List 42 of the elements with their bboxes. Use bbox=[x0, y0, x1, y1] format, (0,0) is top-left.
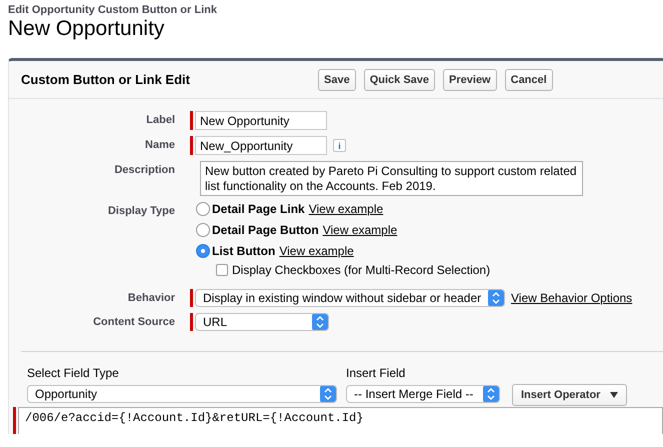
formula-editor[interactable]: /006/e?accid={!Account.Id}&retURL={!Account.Id} bbox=[18, 407, 663, 434]
field-label: Description bbox=[113, 163, 176, 176]
option-label: Detail Page Link bbox=[212, 202, 305, 216]
checkbox[interactable] bbox=[216, 264, 228, 276]
radio-button[interactable] bbox=[196, 244, 210, 258]
select-field[interactable]: Display in existing window without sidebar or header bbox=[195, 289, 505, 307]
field-label: Content Source bbox=[92, 315, 176, 328]
field-type-select[interactable]: Opportunity bbox=[27, 385, 337, 403]
text-field[interactable]: New Opportunity bbox=[195, 111, 327, 130]
caret-icon bbox=[610, 392, 618, 398]
page-title: New Opportunity bbox=[8, 17, 166, 41]
info-icon[interactable]: i bbox=[333, 139, 346, 152]
view-example-link[interactable]: View example bbox=[322, 223, 398, 237]
field-label: Name bbox=[144, 138, 176, 151]
panel-title: Custom Button or Link Edit bbox=[21, 72, 191, 87]
option-label: Detail Page Button bbox=[212, 223, 319, 237]
field-label: Label bbox=[145, 113, 176, 126]
insert-operator-button[interactable]: Insert Operator bbox=[512, 384, 628, 406]
action-button[interactable]: Quick Save bbox=[364, 68, 436, 90]
text-field[interactable]: New_Opportunity bbox=[195, 136, 327, 155]
field-type-label: Select Field Type bbox=[27, 366, 120, 380]
select-field[interactable]: URL bbox=[195, 313, 329, 331]
view-example-link[interactable]: View example bbox=[308, 202, 384, 216]
radio-button[interactable] bbox=[196, 223, 210, 237]
option-label: List Button bbox=[212, 244, 276, 258]
field-label: Behavior bbox=[126, 291, 176, 304]
action-button[interactable]: Save bbox=[318, 68, 356, 90]
merge-field-select[interactable]: -- Insert Merge Field -- bbox=[346, 385, 500, 403]
dropdown-arrows-icon bbox=[320, 386, 336, 402]
action-button[interactable]: Preview bbox=[443, 68, 497, 90]
dropdown-arrows-icon bbox=[488, 290, 504, 306]
insert-field-label: Insert Field bbox=[346, 366, 406, 380]
description-field[interactable]: New button created by Pareto Pi Consulting to support custom related list functionality on the Accounts. Feb 2019. bbox=[200, 161, 583, 196]
page-subtitle: Edit Opportunity Custom Button or Link bbox=[8, 4, 218, 16]
radio-button[interactable] bbox=[196, 202, 210, 216]
checkbox-label: Display Checkboxes (for Multi-Record Selection) bbox=[232, 263, 490, 277]
field-label: Display Type bbox=[106, 204, 176, 217]
dropdown-arrows-icon bbox=[312, 314, 328, 330]
view-example-link[interactable]: View example bbox=[279, 244, 354, 258]
behavior-options-link[interactable]: View Behavior Options bbox=[511, 291, 632, 305]
dropdown-arrows-icon bbox=[483, 386, 499, 402]
action-button[interactable]: Cancel bbox=[504, 68, 553, 90]
